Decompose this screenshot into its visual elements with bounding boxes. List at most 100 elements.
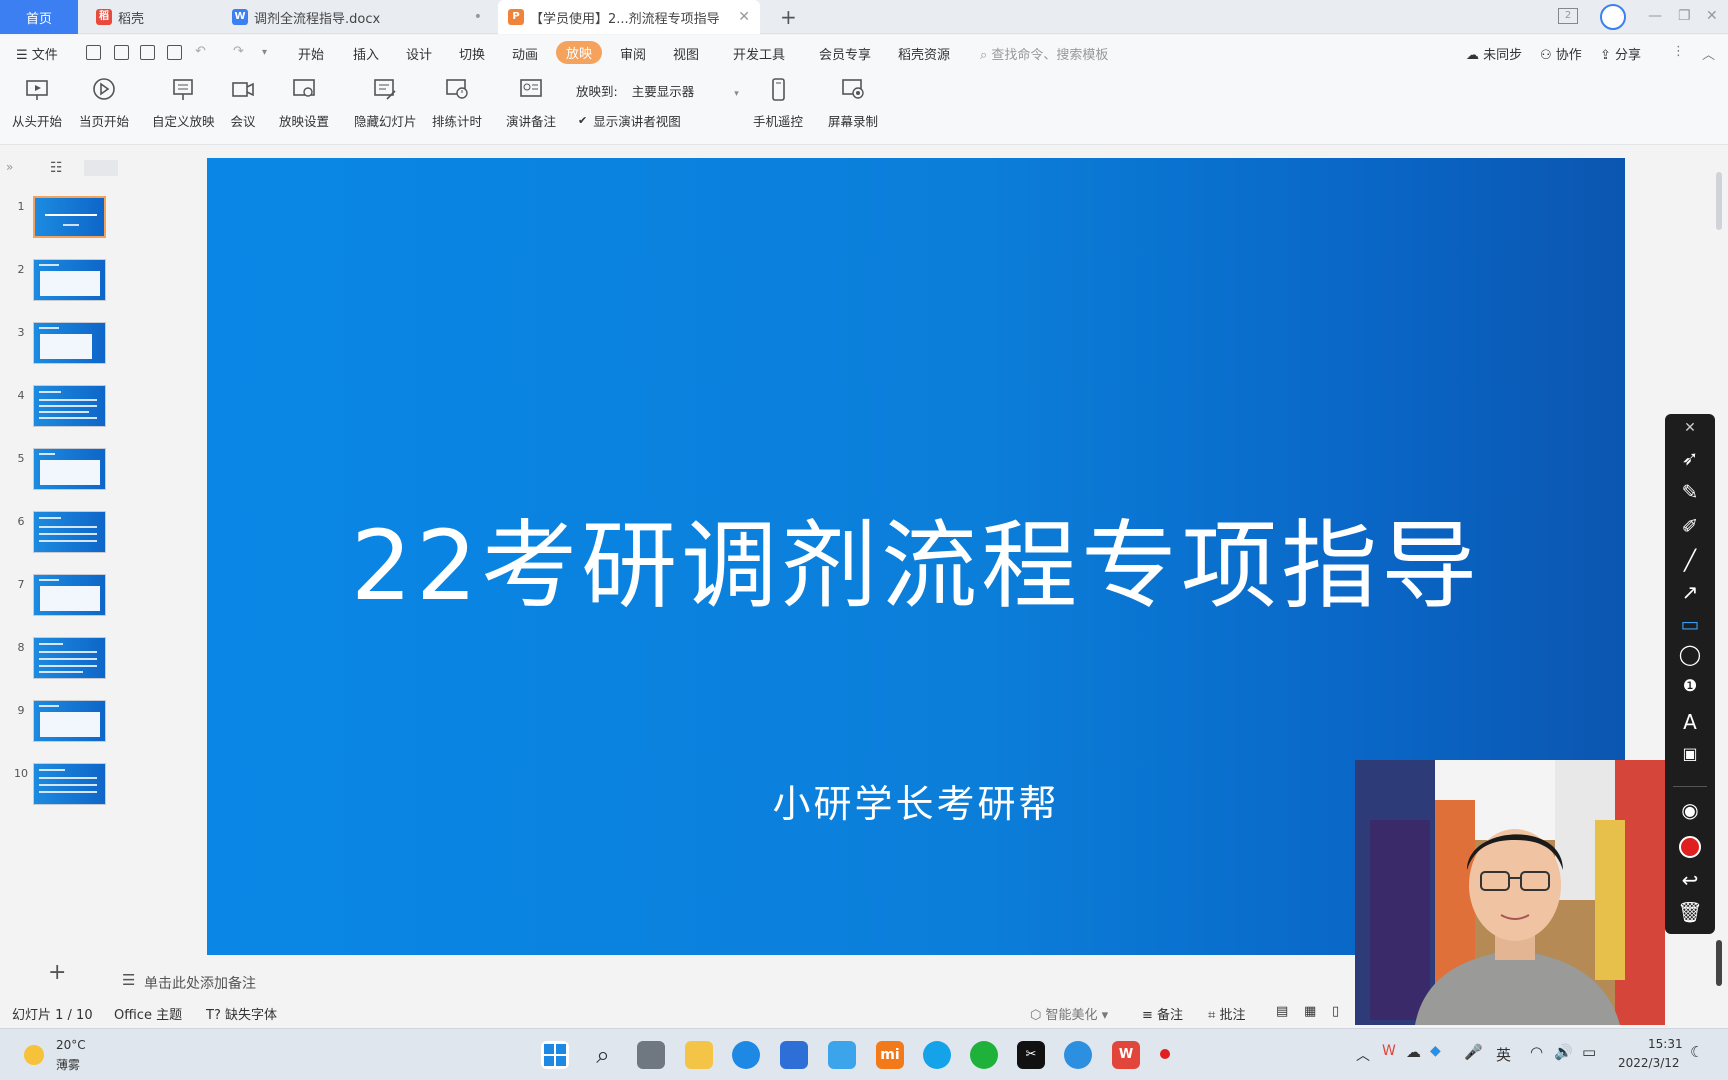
clock-time[interactable]: 15:31: [1648, 1037, 1683, 1051]
hide-slide-button[interactable]: 隐藏幻灯片: [354, 77, 417, 130]
sync-button[interactable]: ☁ 未同步: [1466, 44, 1522, 63]
undo-icon[interactable]: ↩: [1665, 868, 1715, 892]
tab-close-icon[interactable]: ✕: [738, 9, 750, 25]
close-icon[interactable]: ✕: [1706, 8, 1718, 24]
redo-icon[interactable]: ↷: [233, 44, 244, 59]
rehearse-timing-button[interactable]: 排练计时: [432, 77, 482, 130]
menu-member[interactable]: 会员专享: [819, 44, 871, 63]
meeting-button[interactable]: 会议: [230, 77, 256, 130]
thumbnail-item[interactable]: 5: [0, 448, 118, 498]
quick-access-dropdown-icon[interactable]: ▾: [262, 47, 267, 58]
record-target-icon[interactable]: ◉: [1665, 798, 1715, 822]
slideshow-settings-button[interactable]: 放映设置: [279, 77, 329, 130]
thumbnail-item[interactable]: 2: [0, 259, 118, 309]
tray-expand-icon[interactable]: ︿: [1356, 1045, 1370, 1065]
store-icon[interactable]: [780, 1041, 808, 1069]
onedrive-icon[interactable]: ☁: [1406, 1043, 1421, 1061]
thumbnail-item[interactable]: 6: [0, 511, 118, 561]
expand-panel-icon[interactable]: »: [6, 160, 13, 174]
menu-slideshow[interactable]: 放映: [556, 41, 603, 64]
wps-tray-icon[interactable]: W: [1382, 1043, 1396, 1059]
recording-indicator-icon[interactable]: [1160, 1049, 1170, 1059]
comments-button[interactable]: ⌗ 批注: [1208, 1004, 1245, 1023]
custom-show-button[interactable]: 自定义放映: [152, 77, 215, 130]
print-icon[interactable]: [140, 45, 155, 60]
search-icon[interactable]: ⌕: [589, 1041, 617, 1069]
thumbnail-item[interactable]: 8: [0, 637, 118, 687]
normal-view-icon[interactable]: ▤: [1276, 1004, 1288, 1019]
ellipse-icon[interactable]: ◯: [1665, 642, 1715, 666]
rectangle-icon[interactable]: ▭: [1665, 612, 1715, 636]
mi-icon[interactable]: mi: [876, 1041, 904, 1069]
menu-insert[interactable]: 插入: [353, 44, 379, 63]
thumbnail-item[interactable]: 7: [0, 574, 118, 624]
slide-title[interactable]: 22考研调剂流程专项指导: [207, 488, 1625, 627]
reading-view-icon[interactable]: ▯: [1332, 1004, 1339, 1019]
clock-date[interactable]: 2022/3/12: [1618, 1056, 1680, 1070]
ime-indicator[interactable]: 英: [1496, 1044, 1511, 1065]
line-icon[interactable]: ╱: [1665, 548, 1715, 572]
battery-icon[interactable]: ▭: [1582, 1043, 1596, 1061]
weather-temp[interactable]: 20°C: [56, 1038, 86, 1052]
add-slide-button[interactable]: +: [48, 960, 66, 985]
thumbnail-item[interactable]: 4: [0, 385, 118, 435]
outline-view-icon[interactable]: ☷: [50, 160, 63, 176]
thumbnail-item[interactable]: 3: [0, 322, 118, 372]
mosaic-icon[interactable]: ▣: [1665, 744, 1715, 763]
from-current-button[interactable]: 当页开始: [79, 77, 129, 130]
theme-name[interactable]: Office 主题: [114, 1004, 182, 1023]
speaker-notes-button[interactable]: 演讲备注: [506, 77, 556, 130]
new-tab-button[interactable]: +: [770, 0, 807, 34]
thumbnail-item[interactable]: 10: [0, 763, 118, 813]
collab-button[interactable]: ⚇ 协作: [1540, 44, 1582, 63]
menu-view[interactable]: 视图: [673, 44, 699, 63]
more-icon[interactable]: ⋮: [1672, 44, 1685, 59]
file-menu[interactable]: ☰ 文件: [16, 44, 58, 63]
arrow-icon[interactable]: ↗: [1665, 580, 1715, 604]
undo-icon[interactable]: ↶: [195, 44, 206, 59]
microphone-icon[interactable]: 🎤: [1464, 1043, 1483, 1061]
restore-icon[interactable]: ❐: [1678, 8, 1691, 24]
save-icon[interactable]: [86, 45, 101, 60]
missing-font-button[interactable]: T? 缺失字体: [206, 1004, 277, 1023]
close-icon[interactable]: ✕: [1665, 420, 1715, 436]
screen-record-button[interactable]: 屏幕录制: [828, 77, 878, 130]
menu-design[interactable]: 设计: [406, 44, 432, 63]
tab-home[interactable]: 首页: [0, 0, 78, 34]
print-preview-icon[interactable]: [167, 45, 182, 60]
presenter-view-checkbox[interactable]: ✔ 显示演讲者视图: [578, 111, 681, 130]
tab-close-icon[interactable]: •: [474, 9, 482, 25]
tab-daoke[interactable]: 稻 稻壳: [86, 0, 216, 34]
qq-browser-icon[interactable]: [923, 1041, 951, 1069]
notes-toggle-button[interactable]: ≡ 备注: [1142, 1004, 1183, 1023]
from-start-button[interactable]: 从头开始: [12, 77, 62, 130]
export-pdf-icon[interactable]: [114, 45, 129, 60]
number-marker-icon[interactable]: ❶: [1665, 676, 1715, 695]
menu-resources[interactable]: 稻壳资源: [898, 44, 950, 63]
command-search[interactable]: ⌕ 查找命令、搜索模板: [980, 44, 1108, 63]
drawing-app-icon[interactable]: [828, 1041, 856, 1069]
thumbnail-view-tab[interactable]: [84, 160, 118, 176]
beautify-button[interactable]: ⬡ 智能美化 ▾: [1030, 1004, 1108, 1023]
tab-ppt[interactable]: P 【学员使用】2...剂流程专项指导 ✕: [498, 0, 760, 34]
scrollbar-thumb[interactable]: [1716, 172, 1722, 230]
show-to-select[interactable]: 放映到: 主要显示器 ▾: [576, 81, 739, 100]
task-view-icon[interactable]: [637, 1041, 665, 1069]
record-dot-icon[interactable]: [1679, 836, 1701, 858]
collapse-ribbon-icon[interactable]: ︿: [1702, 44, 1715, 63]
trash-icon[interactable]: 🗑: [1665, 900, 1715, 924]
weather-text[interactable]: 薄雾: [56, 1056, 80, 1073]
feishu-tray-icon[interactable]: ◆: [1430, 1043, 1441, 1059]
pointer-icon[interactable]: ➶: [1665, 446, 1715, 470]
wps-icon[interactable]: W: [1112, 1041, 1140, 1069]
capcut-icon[interactable]: ✂: [1017, 1041, 1045, 1069]
minimize-icon[interactable]: —: [1648, 8, 1662, 24]
highlighter-icon[interactable]: ✐: [1665, 514, 1715, 538]
start-button[interactable]: [541, 1041, 569, 1069]
menu-start[interactable]: 开始: [298, 44, 324, 63]
menu-transition[interactable]: 切换: [459, 44, 485, 63]
file-explorer-icon[interactable]: [685, 1041, 713, 1069]
edge-browser-icon[interactable]: [732, 1041, 760, 1069]
avatar[interactable]: [1600, 4, 1626, 30]
phone-remote-button[interactable]: 手机遥控: [753, 77, 803, 130]
